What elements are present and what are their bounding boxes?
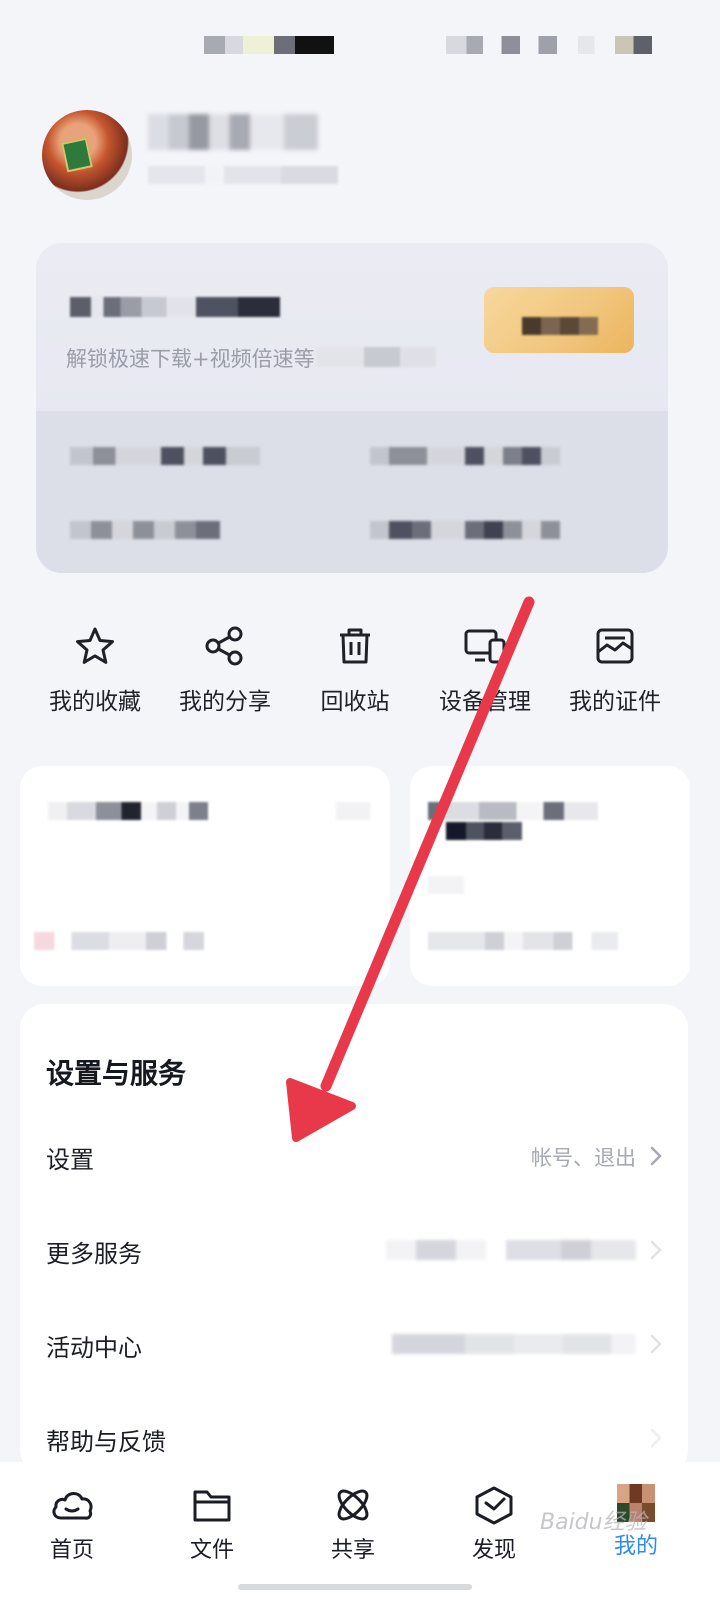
- shortcut-label: 设备管理: [439, 689, 531, 715]
- tab-label: 发现: [471, 1538, 516, 1563]
- shortcut-my-shares[interactable]: 我的分享: [160, 620, 290, 720]
- tab-label: 首页: [49, 1538, 94, 1563]
- row-value-blurred: [392, 1334, 636, 1354]
- promo-right-subtitle-blurred: [446, 822, 522, 840]
- promo-left-tag-blurred: [336, 802, 370, 820]
- tab-shared[interactable]: 共享: [303, 1480, 403, 1590]
- promo-right-desc-blurred: [428, 932, 618, 950]
- row-more-services[interactable]: 更多服务: [20, 1202, 688, 1296]
- benefit-left-blurred: [70, 521, 220, 539]
- watermark: Baidu经验: [540, 1510, 647, 1535]
- vip-card[interactable]: 解锁极速下载+视频倍速等: [36, 243, 668, 573]
- promo-left-desc-blurred: [34, 932, 204, 950]
- status-bar-left-blur: [204, 36, 334, 54]
- home-indicator[interactable]: [238, 1584, 472, 1590]
- atom-icon: [337, 1489, 369, 1521]
- chevron-right-icon: [650, 1240, 662, 1260]
- id-card-icon: [596, 628, 634, 664]
- row-label: 帮助与反馈: [46, 1428, 166, 1456]
- shortcut-device-management[interactable]: 设备管理: [420, 620, 550, 720]
- vip-subtitle: 解锁极速下载+视频倍速等: [66, 347, 315, 371]
- settings-services-card: 设置与服务 设置 帐号、退出 更多服务 活动中心 帮助与反馈: [20, 1004, 688, 1474]
- shortcut-row: 我的收藏 我的分享 回收站 设备管理 我的证件: [30, 620, 690, 730]
- row-label: 设置: [46, 1146, 94, 1174]
- benefit-right-blurred: [370, 521, 560, 539]
- promo-left-title-blurred: [48, 802, 208, 820]
- profile-header[interactable]: [42, 110, 682, 205]
- tab-discover[interactable]: 发现: [444, 1480, 544, 1590]
- shortcut-label: 回收站: [320, 689, 390, 715]
- share-icon: [205, 626, 243, 666]
- tab-label: 文件: [189, 1538, 234, 1563]
- shortcut-recycle-bin[interactable]: 回收站: [290, 620, 420, 720]
- devices-icon: [464, 629, 506, 664]
- promo-card-left[interactable]: [20, 766, 390, 986]
- row-label: 活动中心: [46, 1334, 142, 1362]
- tab-label: 共享: [330, 1538, 375, 1563]
- shortcut-my-documents[interactable]: 我的证件: [550, 620, 680, 720]
- vip-card-top: 解锁极速下载+视频倍速等: [36, 243, 668, 411]
- chevron-right-icon: [650, 1146, 662, 1166]
- row-settings[interactable]: 设置 帐号、退出: [20, 1108, 688, 1202]
- folder-icon: [193, 1490, 231, 1522]
- shortcut-label: 我的收藏: [49, 689, 141, 715]
- chevron-right-icon: [650, 1334, 662, 1354]
- promo-right-tag-blurred: [428, 876, 464, 894]
- chevron-right-icon: [650, 1428, 662, 1448]
- row-value-blurred: [386, 1240, 636, 1260]
- promo-card-right[interactable]: [410, 766, 690, 986]
- promo-right-title-blurred: [428, 802, 598, 820]
- tab-home[interactable]: 首页: [22, 1480, 122, 1590]
- shortcut-favorites[interactable]: 我的收藏: [30, 620, 160, 720]
- avatar-image-detail: [61, 137, 93, 173]
- row-label: 更多服务: [46, 1240, 142, 1268]
- status-bar: [0, 0, 720, 90]
- shortcut-label: 我的证件: [569, 689, 661, 715]
- trash-icon: [340, 628, 370, 664]
- avatar[interactable]: [42, 110, 132, 200]
- row-activity-center[interactable]: 活动中心: [20, 1296, 688, 1390]
- status-bar-right-blur: [446, 36, 652, 54]
- username-blurred: [148, 114, 318, 150]
- section-title: 设置与服务: [46, 1057, 187, 1090]
- vip-card-benefits[interactable]: [36, 411, 668, 573]
- cloud-icon: [52, 1492, 93, 1520]
- star-icon: [76, 627, 114, 664]
- user-info-blurred: [148, 166, 338, 184]
- tab-files[interactable]: 文件: [162, 1480, 262, 1590]
- expiry-info-blurred: [370, 447, 560, 465]
- vip-button-label-blurred: [522, 317, 598, 335]
- storage-info-blurred: [70, 447, 260, 465]
- row-value: 帐号、退出: [531, 1146, 636, 1170]
- vip-title-blurred: [70, 297, 280, 317]
- cube-icon: [475, 1486, 513, 1525]
- vip-subtitle-blurred: [316, 347, 436, 367]
- shortcut-label: 我的分享: [179, 689, 271, 715]
